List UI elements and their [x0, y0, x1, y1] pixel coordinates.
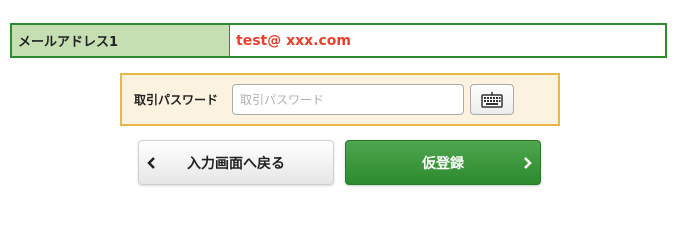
- registration-confirm-page: メールアドレス1 test@ xxx.com 取引パスワード 入力画面へ戻る 仮…: [0, 0, 680, 214]
- chevron-left-icon: [147, 157, 155, 169]
- provisional-register-button[interactable]: 仮登録: [345, 140, 541, 185]
- email-row: メールアドレス1 test@ xxx.com: [10, 23, 667, 58]
- email-value: test@ xxx.com: [236, 32, 352, 49]
- password-input[interactable]: [232, 84, 464, 115]
- back-button-label: 入力画面へ戻る: [187, 155, 285, 172]
- keyboard-icon: [481, 91, 503, 108]
- password-label: 取引パスワード: [134, 93, 219, 107]
- submit-button-label: 仮登録: [422, 155, 464, 172]
- back-to-input-button[interactable]: 入力画面へ戻る: [138, 140, 334, 185]
- software-keyboard-button[interactable]: [470, 84, 514, 115]
- email-label: メールアドレス1: [12, 25, 230, 56]
- chevron-right-icon: [524, 157, 532, 169]
- password-section: 取引パスワード: [120, 73, 560, 126]
